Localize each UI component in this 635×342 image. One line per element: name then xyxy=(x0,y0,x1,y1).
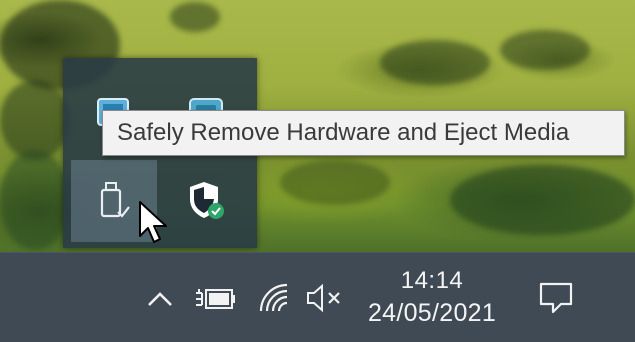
battery-status-button[interactable] xyxy=(192,279,240,319)
speaker-muted-icon xyxy=(307,283,340,313)
usb-drive-icon xyxy=(100,182,130,218)
volume-muted-button[interactable] xyxy=(300,277,348,319)
show-hidden-icons-button[interactable] xyxy=(140,279,180,319)
screen: Safely Remove Hardware and Eject Media 1… xyxy=(0,0,635,342)
clock-time: 14:14 xyxy=(400,267,464,294)
wifi-icon xyxy=(259,283,288,312)
action-center-button[interactable] xyxy=(532,275,580,321)
network-wifi-button[interactable] xyxy=(252,277,296,319)
clock-date: 24/05/2021 xyxy=(367,299,497,327)
tooltip-text: Safely Remove Hardware and Eject Media xyxy=(117,119,570,146)
windows-security-icon xyxy=(190,182,224,219)
taskbar: 14:14 24/05/2021 xyxy=(0,252,635,342)
tray-icon-windows-security[interactable] xyxy=(163,160,249,242)
chevron-up-icon xyxy=(148,292,172,306)
mouse-cursor-icon xyxy=(139,201,167,243)
notification-icon xyxy=(539,282,573,314)
tooltip-safely-remove-hardware: Safely Remove Hardware and Eject Media xyxy=(102,110,625,156)
clock-date-button[interactable]: 14:14 24/05/2021 xyxy=(352,259,512,337)
battery-charging-icon xyxy=(196,289,235,309)
